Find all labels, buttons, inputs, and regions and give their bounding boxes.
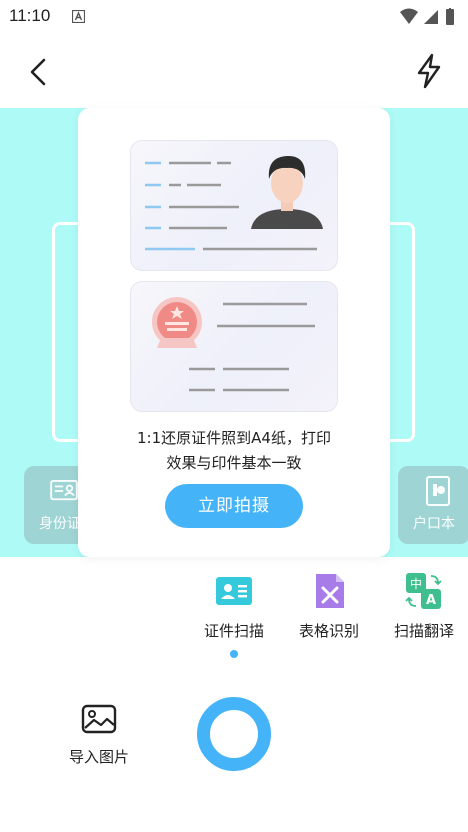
id-card-icon	[216, 577, 252, 605]
spreadsheet-icon	[316, 574, 344, 608]
household-register-icon	[426, 476, 450, 506]
mode-scan-translate-label: 扫描翻译	[393, 622, 454, 640]
description-line-1: 1:1还原证件照到A4纸，打印	[137, 429, 331, 447]
import-image-button[interactable]: 导入图片	[56, 704, 142, 767]
notification-icon	[72, 10, 85, 23]
scan-description: 1:1还原证件照到A4纸，打印 效果与印件基本一致	[78, 426, 390, 476]
status-bar: 11:10	[0, 0, 468, 34]
active-mode-indicator	[230, 650, 238, 658]
mode-scan-translate[interactable]: 中 A 扫描翻译	[382, 572, 466, 641]
household-register-card[interactable]: 户口本	[398, 466, 468, 544]
svg-text:A: A	[426, 593, 436, 608]
id-card-outline-icon	[50, 480, 78, 501]
translate-icon: 中 A	[405, 573, 442, 609]
description-line-2: 效果与印件基本一致	[166, 454, 302, 472]
svg-text:中: 中	[410, 576, 422, 591]
top-bar	[0, 40, 468, 104]
image-icon	[81, 704, 117, 734]
id-card-back-drawing	[152, 297, 315, 392]
mode-id-scan-label: 证件扫描	[203, 622, 264, 640]
mode-table-recognition[interactable]: 表格识别	[287, 572, 371, 641]
id-scan-guide-popup: 1:1还原证件照到A4纸，打印 效果与印件基本一致 立即拍摄	[78, 108, 390, 557]
system-status-icons	[400, 8, 454, 25]
mode-table-recognition-label: 表格识别	[298, 622, 359, 640]
back-arrow-icon[interactable]	[22, 55, 56, 89]
import-image-label: 导入图片	[68, 748, 129, 766]
id-card-front-illustration	[130, 140, 338, 271]
mode-id-scan[interactable]: 证件扫描	[192, 572, 276, 641]
shutter-button[interactable]	[197, 697, 271, 771]
status-time: 11:10	[9, 6, 51, 25]
id-card-front-drawing	[145, 155, 323, 251]
household-register-label: 户口本	[413, 516, 455, 532]
flash-icon[interactable]	[412, 52, 446, 90]
id-card-back-illustration	[130, 281, 338, 412]
shoot-now-button[interactable]: 立即拍摄	[165, 484, 303, 528]
